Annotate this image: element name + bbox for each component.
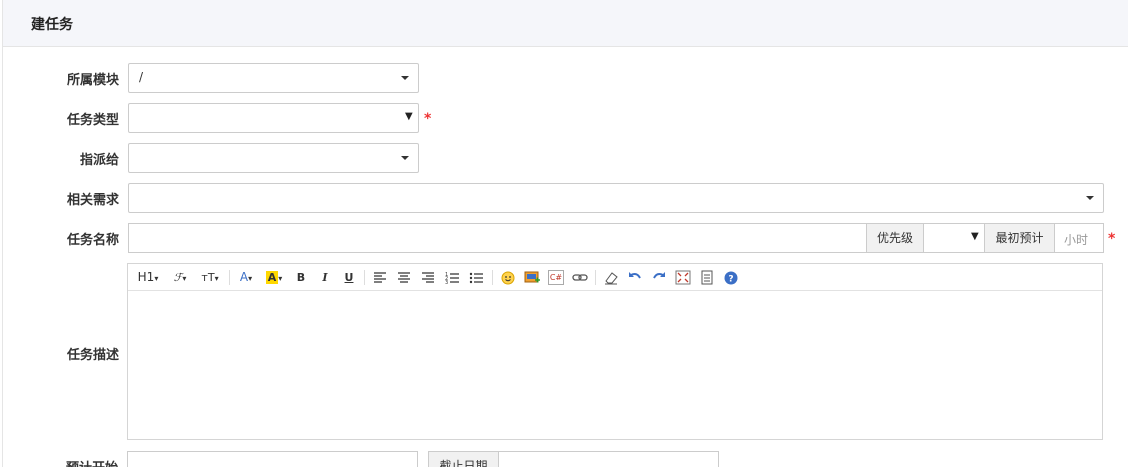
story-select[interactable] bbox=[128, 183, 1104, 213]
name-label: 任务名称 bbox=[66, 233, 119, 248]
toolbar-separator bbox=[364, 270, 365, 285]
caret-down-icon: ▼ bbox=[405, 111, 413, 122]
help-icon[interactable]: ? bbox=[723, 269, 739, 286]
font-family-button[interactable]: ℱ▾ bbox=[169, 269, 191, 286]
bullet-list-icon[interactable] bbox=[469, 269, 483, 286]
image-icon[interactable] bbox=[524, 269, 540, 286]
panel-header: 建任务 bbox=[3, 0, 1128, 47]
chevron-down-icon bbox=[401, 156, 409, 160]
deadline-input[interactable] bbox=[498, 451, 719, 467]
help-glyph: ? bbox=[728, 275, 733, 285]
eraser-icon[interactable] bbox=[603, 269, 619, 286]
editor-content-area[interactable] bbox=[128, 292, 1102, 439]
link-icon[interactable] bbox=[572, 269, 588, 286]
align-left-icon[interactable] bbox=[373, 269, 387, 286]
caret-down-icon: ▼ bbox=[971, 231, 979, 242]
toolbar-separator bbox=[492, 270, 493, 285]
highlight-label: A bbox=[265, 271, 279, 284]
italic-button[interactable]: I bbox=[318, 269, 332, 286]
description-editor[interactable]: H1▾ ℱ▾ тT▾ A▾ A ▾ B I U 123 C# ? bbox=[127, 263, 1103, 440]
font-family-label: ℱ bbox=[173, 271, 183, 284]
chevron-down-icon bbox=[401, 76, 409, 80]
start-label: 预计开始 bbox=[48, 457, 118, 467]
module-select[interactable]: / bbox=[128, 63, 419, 93]
align-right-icon[interactable] bbox=[421, 269, 435, 286]
undo-icon[interactable] bbox=[627, 269, 643, 286]
deadline-addon: 截止日期 bbox=[428, 451, 499, 467]
heading-label: H1 bbox=[137, 270, 155, 284]
underline-button[interactable]: U bbox=[342, 269, 356, 286]
module-label: 所属模块 bbox=[66, 73, 119, 88]
required-marker: * bbox=[1108, 231, 1116, 247]
chevron-down-icon bbox=[1086, 196, 1094, 200]
priority-addon: 优先级 bbox=[866, 223, 924, 253]
story-label: 相关需求 bbox=[66, 193, 119, 208]
redo-icon[interactable] bbox=[651, 269, 667, 286]
paste-icon[interactable] bbox=[699, 269, 715, 286]
align-center-icon[interactable] bbox=[397, 269, 411, 286]
type-select[interactable]: ▼ bbox=[128, 103, 419, 133]
heading-button[interactable]: H1▾ bbox=[136, 269, 160, 286]
font-size-button[interactable]: тT▾ bbox=[198, 269, 222, 286]
estimate-addon: 最初预计 bbox=[984, 223, 1055, 253]
module-select-value: / bbox=[139, 70, 144, 84]
type-label: 任务类型 bbox=[66, 113, 119, 128]
editor-toolbar: H1▾ ℱ▾ тT▾ A▾ A ▾ B I U 123 C# ? bbox=[128, 264, 1102, 291]
emoji-icon[interactable] bbox=[500, 269, 516, 286]
svg-text:3: 3 bbox=[445, 280, 448, 286]
task-name-input[interactable] bbox=[128, 223, 867, 253]
font-color-label: A bbox=[239, 270, 249, 284]
priority-select[interactable]: ▼ bbox=[923, 223, 985, 253]
toolbar-separator bbox=[229, 270, 230, 285]
highlight-button[interactable]: A ▾ bbox=[263, 269, 285, 286]
start-date-input[interactable] bbox=[127, 451, 418, 467]
estimate-placeholder: 小时 bbox=[1064, 233, 1089, 247]
font-size-label: тT bbox=[201, 271, 215, 284]
estimate-input[interactable]: 小时 bbox=[1054, 223, 1104, 253]
code-button[interactable]: C# bbox=[548, 270, 564, 285]
assignee-select[interactable] bbox=[128, 143, 419, 173]
ordered-list-icon[interactable]: 123 bbox=[445, 269, 459, 286]
toolbar-separator bbox=[595, 270, 596, 285]
font-color-button[interactable]: A▾ bbox=[236, 269, 256, 286]
assignee-label: 指派给 bbox=[79, 153, 119, 168]
fullscreen-icon[interactable] bbox=[675, 269, 691, 286]
page-title: 建任务 bbox=[31, 17, 73, 33]
description-label: 任务描述 bbox=[66, 348, 119, 363]
required-marker: * bbox=[424, 111, 432, 127]
bold-button[interactable]: B bbox=[294, 269, 308, 286]
